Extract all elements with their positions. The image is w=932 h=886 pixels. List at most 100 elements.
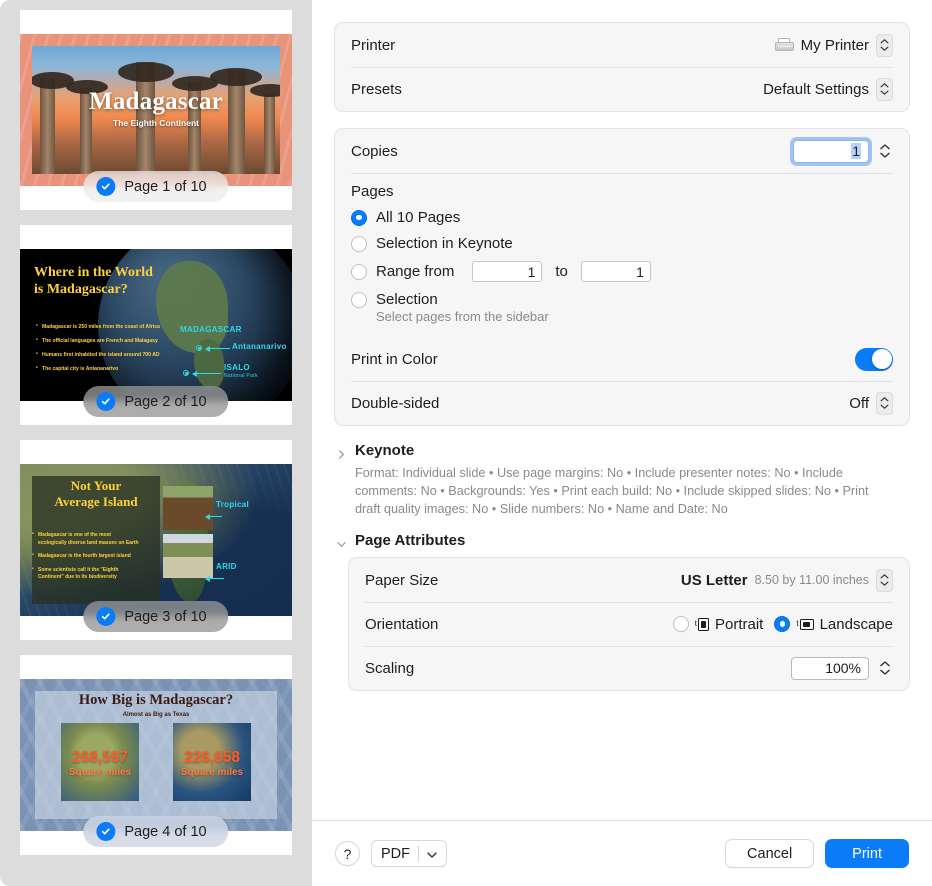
presets-label: Presets (351, 80, 402, 98)
radio-landscape[interactable] (774, 616, 791, 633)
list-item: Madagascar is one of the most ecological… (32, 531, 140, 547)
page-1-selection-pill[interactable]: Page 1 of 10 (83, 171, 229, 202)
orientation-landscape-label: Landscape (819, 615, 893, 633)
page-attributes-section: Page Attributes Paper Size US Letter 8.5… (334, 532, 910, 692)
pages-option-all[interactable]: All 10 Pages (351, 209, 893, 226)
list-item: Some scientists call it the "Eighth Cont… (32, 566, 140, 582)
range-from-input[interactable]: 1 (472, 261, 543, 282)
list-item: Madagascar is 250 miles from the coast o… (36, 323, 168, 332)
copies-input[interactable]: 1 (793, 139, 869, 163)
radio-selection[interactable] (351, 291, 367, 308)
pages-option-selection-in-keynote-label: Selection in Keynote (376, 235, 513, 252)
landscape-page-icon: t (796, 618, 814, 630)
range-from-value: 1 (527, 263, 536, 280)
slide-4-stat-unit-1: Square miles (68, 767, 132, 778)
pages-option-all-label: All 10 Pages (376, 209, 461, 226)
double-sided-label: Double-sided (351, 394, 440, 412)
page-thumbnail-2[interactable]: Where in the World is Madagascar? Madaga… (20, 225, 292, 425)
paper-size-detail: 8.50 by 11.00 inches (754, 573, 869, 588)
print-options-scroll-area[interactable]: Printer My Printer Presets Default Setti… (312, 0, 932, 820)
checkmark-icon (96, 392, 116, 411)
cancel-button[interactable]: Cancel (725, 839, 815, 868)
printer-row[interactable]: Printer My Printer (335, 23, 909, 67)
keynote-disclosure-header[interactable]: Keynote (334, 442, 910, 459)
double-sided-row[interactable]: Double-sided Off (335, 381, 909, 425)
page-attributes-title: Page Attributes (355, 532, 466, 550)
page-2-label: Page 2 of 10 (124, 393, 207, 410)
orientation-option-portrait[interactable]: t Portrait (672, 615, 764, 633)
copies-pages-group: Copies 1 Pages All 10 Pages Selection in… (334, 128, 910, 426)
paper-size-row[interactable]: Paper Size US Letter 8.50 by 11.00 inche… (349, 558, 909, 602)
print-in-color-toggle[interactable] (855, 347, 893, 371)
radio-selection-in-keynote[interactable] (351, 235, 367, 252)
slide-4-map-texas: 268,597 Square miles (61, 723, 139, 801)
slide-3-annotation-arid: ARID (216, 562, 237, 571)
slide-2-arrow-2 (192, 369, 221, 379)
checkmark-icon (96, 607, 116, 626)
page-thumbnail-1[interactable]: Madagascar The Eighth Continent Page 1 o… (20, 10, 292, 210)
page-attributes-group: Paper Size US Letter 8.50 by 11.00 inche… (348, 557, 910, 692)
orientation-row[interactable]: Orientation t Portrait t Landscape (349, 602, 909, 646)
chevron-down-icon[interactable] (427, 845, 437, 863)
slide-2-marker-capital (196, 345, 202, 351)
print-button[interactable]: Print (825, 839, 909, 868)
copies-label: Copies (351, 142, 398, 160)
chevron-right-icon[interactable] (337, 446, 346, 459)
help-button[interactable]: ? (335, 841, 360, 866)
scaling-value: 100% (825, 660, 861, 677)
scaling-label: Scaling (365, 659, 415, 677)
slide-2-arrow-1 (205, 344, 230, 354)
chevron-down-icon[interactable] (337, 536, 346, 548)
scaling-stepper[interactable] (876, 657, 893, 680)
copies-stepper[interactable] (876, 140, 893, 163)
print-in-color-row[interactable]: Print in Color (335, 337, 909, 381)
presets-popup-chevron-icon[interactable] (876, 77, 893, 101)
page-thumbnail-sidebar[interactable]: Madagascar The Eighth Continent Page 1 o… (0, 0, 312, 886)
page-attributes-disclosure-header[interactable]: Page Attributes (334, 532, 910, 549)
slide-3-annotation-tropical: Tropical (216, 500, 250, 509)
orientation-portrait-label: Portrait (715, 615, 764, 633)
pages-selection-hint: Select pages from the sidebar (376, 309, 549, 324)
checkmark-icon (96, 177, 116, 196)
double-sided-value: Off (849, 394, 869, 412)
pdf-button-divider (418, 846, 419, 861)
page-thumbnail-4[interactable]: How Big is Madagascar? Almost as Big as … (20, 655, 292, 855)
slide-preview-3: Not Your Average Island Madagascar is on… (20, 464, 292, 616)
presets-row[interactable]: Presets Default Settings (335, 67, 909, 111)
print-in-color-label: Print in Color (351, 350, 438, 368)
slide-preview-2: Where in the World is Madagascar? Madaga… (20, 249, 292, 401)
pages-option-range-label: Range from (376, 263, 455, 280)
scaling-row[interactable]: Scaling 100% (349, 646, 909, 690)
printer-icon (774, 37, 794, 53)
pages-option-selection-in-keynote[interactable]: Selection in Keynote (351, 235, 893, 252)
paper-size-value: US Letter (680, 571, 748, 589)
orientation-option-landscape[interactable]: t Landscape (774, 616, 893, 633)
dialog-button-bar: ? PDF Cancel Print (312, 820, 932, 886)
page-2-selection-pill[interactable]: Page 2 of 10 (83, 386, 229, 417)
paper-size-popup-chevron-icon[interactable] (876, 568, 893, 592)
slide-preview-4: How Big is Madagascar? Almost as Big as … (20, 679, 292, 831)
slide-3-photo-tropical (163, 486, 213, 530)
checkmark-icon (96, 822, 116, 841)
radio-all-pages[interactable] (351, 209, 367, 226)
copies-row[interactable]: Copies 1 (335, 129, 909, 173)
pages-option-range[interactable]: Range from 1 to 1 (351, 261, 893, 282)
radio-range[interactable] (351, 263, 367, 280)
double-sided-popup-chevron-icon[interactable] (876, 391, 893, 415)
pdf-menu-button[interactable]: PDF (371, 840, 447, 867)
range-to-input[interactable]: 1 (580, 261, 651, 282)
slide-2-annotation-national-park: National Park (224, 373, 258, 379)
slide-1-title: Madagascar (89, 88, 223, 115)
print-options-panel: Printer My Printer Presets Default Setti… (312, 0, 932, 886)
printer-popup-chevron-icon[interactable] (876, 33, 893, 57)
page-4-selection-pill[interactable]: Page 4 of 10 (83, 816, 229, 847)
slide-preview-1: Madagascar The Eighth Continent (20, 34, 292, 186)
page-thumbnail-3[interactable]: Not Your Average Island Madagascar is on… (20, 440, 292, 640)
pages-option-selection[interactable]: Selection (351, 291, 893, 308)
printer-label: Printer (351, 36, 396, 54)
list-item: Humans first inhabited the island around… (36, 351, 168, 360)
page-3-selection-pill[interactable]: Page 3 of 10 (83, 601, 229, 632)
scaling-input[interactable]: 100% (791, 656, 869, 680)
radio-portrait[interactable] (672, 616, 689, 633)
pages-option-selection-label: Selection (376, 291, 438, 308)
